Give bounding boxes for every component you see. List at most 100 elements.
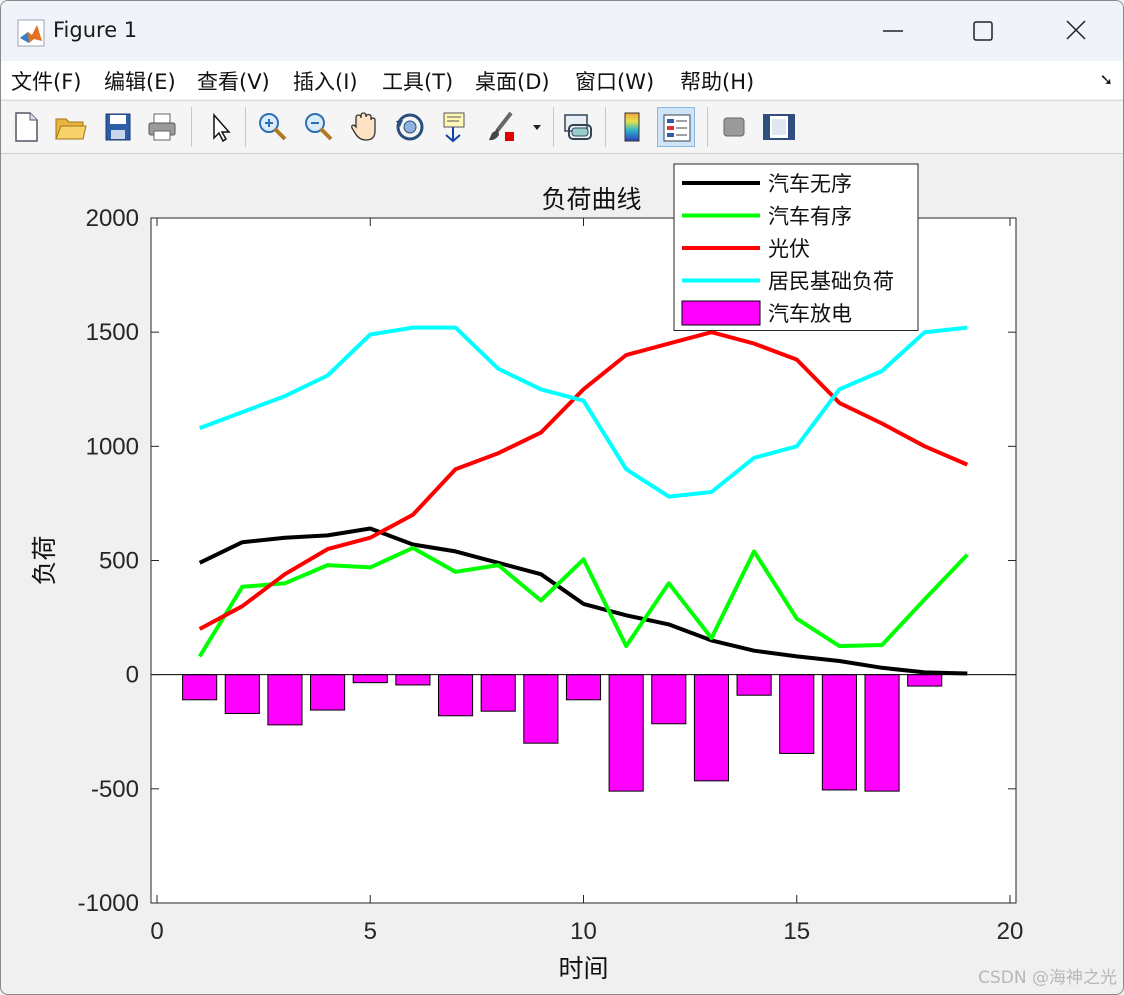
bar: [736, 674, 772, 696]
brush-icon: [489, 111, 514, 141]
bar: [821, 674, 857, 791]
legend-entry: 居民基础负荷: [768, 270, 894, 294]
bar: [437, 674, 474, 717]
colorbar-icon: [624, 112, 640, 142]
y-tick-label: 1000: [86, 433, 139, 460]
edit-plot-button[interactable]: [201, 107, 239, 147]
menu-file[interactable]: 文件(F): [11, 66, 81, 96]
y-tick-label: 1500: [86, 319, 139, 346]
figure-toolbar: [1, 100, 1123, 154]
zoom-out-icon: [305, 113, 333, 141]
y-tick-label: 500: [99, 548, 139, 575]
zoom-out-button[interactable]: [299, 107, 337, 147]
open-file-button[interactable]: [51, 107, 89, 147]
data-cursor-icon: [443, 112, 465, 143]
link-plot-icon: [564, 114, 592, 140]
menu-tools[interactable]: 工具(T): [382, 66, 453, 96]
menu-edit[interactable]: 编辑(E): [104, 66, 176, 96]
toolbar-separator: [245, 107, 246, 147]
window-title: Figure 1: [53, 18, 138, 42]
bar: [267, 674, 303, 726]
hide-plot-tools-button[interactable]: [715, 107, 753, 147]
data-cursor-button[interactable]: [437, 107, 475, 147]
axes[interactable]: 0 5 10 15 20 -1000 -500 0 500 1000 1500 2000 负荷曲线时间 负…: [30, 163, 1024, 983]
close-icon: [1066, 20, 1086, 40]
maximize-icon: [973, 21, 993, 41]
minimize-button[interactable]: [869, 13, 915, 49]
legend-entry: 汽车无序: [768, 172, 852, 196]
legend-swatch: [681, 300, 761, 326]
menu-view[interactable]: 查看(V): [197, 66, 270, 96]
x-tick-label: 15: [783, 918, 810, 945]
bar: [523, 674, 559, 744]
y-axis-label: 负荷: [30, 535, 59, 585]
bar: [352, 674, 388, 684]
print-icon: [148, 113, 176, 141]
dock-arrow-icon[interactable]: ➘: [1100, 70, 1113, 89]
insert-legend-button[interactable]: [657, 107, 695, 147]
close-button[interactable]: [1053, 13, 1099, 49]
bar: [395, 674, 431, 686]
pointer-icon: [213, 113, 231, 143]
menu-bar: 文件(F) 编辑(E) 查看(V) 插入(I) 工具(T) 桌面(D) 窗口(W…: [1, 61, 1123, 99]
insert-colorbar-button[interactable]: [613, 107, 651, 147]
legend-entry: 汽车有序: [768, 205, 852, 229]
zoom-in-icon: [259, 113, 287, 141]
hide-plot-tools-icon: [723, 117, 745, 137]
menu-insert[interactable]: 插入(I): [293, 66, 358, 96]
rotate-3d-icon: [396, 113, 424, 141]
bar: [608, 674, 644, 792]
bar: [779, 674, 815, 754]
bar: [565, 674, 602, 701]
x-tick-label: 0: [150, 918, 163, 945]
legend-entry: 光伏: [768, 237, 810, 261]
link-plot-button[interactable]: [559, 107, 597, 147]
pan-hand-icon: [351, 112, 376, 141]
new-figure-button[interactable]: [7, 107, 45, 147]
show-plot-tools-button[interactable]: [759, 107, 797, 147]
toolbar-separator: [191, 107, 192, 147]
brush-button[interactable]: [483, 107, 521, 147]
open-folder-icon: [55, 118, 87, 140]
bar: [310, 674, 346, 711]
y-tick-label: 2000: [86, 205, 139, 232]
y-tick-label: -1000: [78, 890, 139, 917]
minimize-icon: [883, 30, 903, 32]
save-button[interactable]: [99, 107, 137, 147]
title-bar: Figure 1: [1, 1, 1123, 61]
toolbar-separator: [605, 107, 606, 147]
pan-button[interactable]: [345, 107, 383, 147]
new-file-icon: [15, 112, 38, 142]
legend-icon: [663, 114, 691, 142]
print-button[interactable]: [143, 107, 181, 147]
brush-dropdown-icon: [533, 125, 541, 130]
y-tick-label: 0: [126, 662, 139, 689]
menu-desktop[interactable]: 桌面(D): [475, 66, 550, 96]
bar: [693, 674, 730, 782]
y-tick-label: -500: [91, 776, 139, 803]
toolbar-separator: [707, 107, 708, 147]
figure-window: Figure 1 文件(F) 编辑(E) 查看(V) 插入(I) 工具(T) 桌…: [0, 0, 1124, 995]
brush-dropdown-button[interactable]: [527, 107, 547, 147]
show-plot-tools-icon: [763, 114, 795, 140]
save-icon: [105, 113, 131, 141]
chart-title: 负荷曲线: [541, 185, 641, 214]
x-tick-label: 5: [364, 918, 377, 945]
maximize-button[interactable]: [959, 13, 1005, 49]
bar: [651, 674, 687, 725]
bar: [864, 674, 900, 792]
zoom-in-button[interactable]: [253, 107, 291, 147]
x-tick-label: 10: [570, 918, 597, 945]
watermark: CSDN @海神之光: [978, 968, 1117, 988]
bar: [224, 674, 260, 714]
bar: [182, 674, 218, 701]
figure-canvas: 0 5 10 15 20 -1000 -500 0 500 1000 1500 2000 负荷曲线时间 负…: [30, 163, 1024, 983]
rotate-3d-button[interactable]: [391, 107, 429, 147]
bar: [480, 674, 516, 712]
menu-window[interactable]: 窗口(W): [575, 66, 654, 96]
menu-help[interactable]: 帮助(H): [680, 66, 754, 96]
x-tick-label: 20: [997, 918, 1024, 945]
toolbar-separator: [553, 107, 554, 147]
bar: [907, 674, 943, 687]
matlab-logo-icon: [17, 19, 45, 47]
